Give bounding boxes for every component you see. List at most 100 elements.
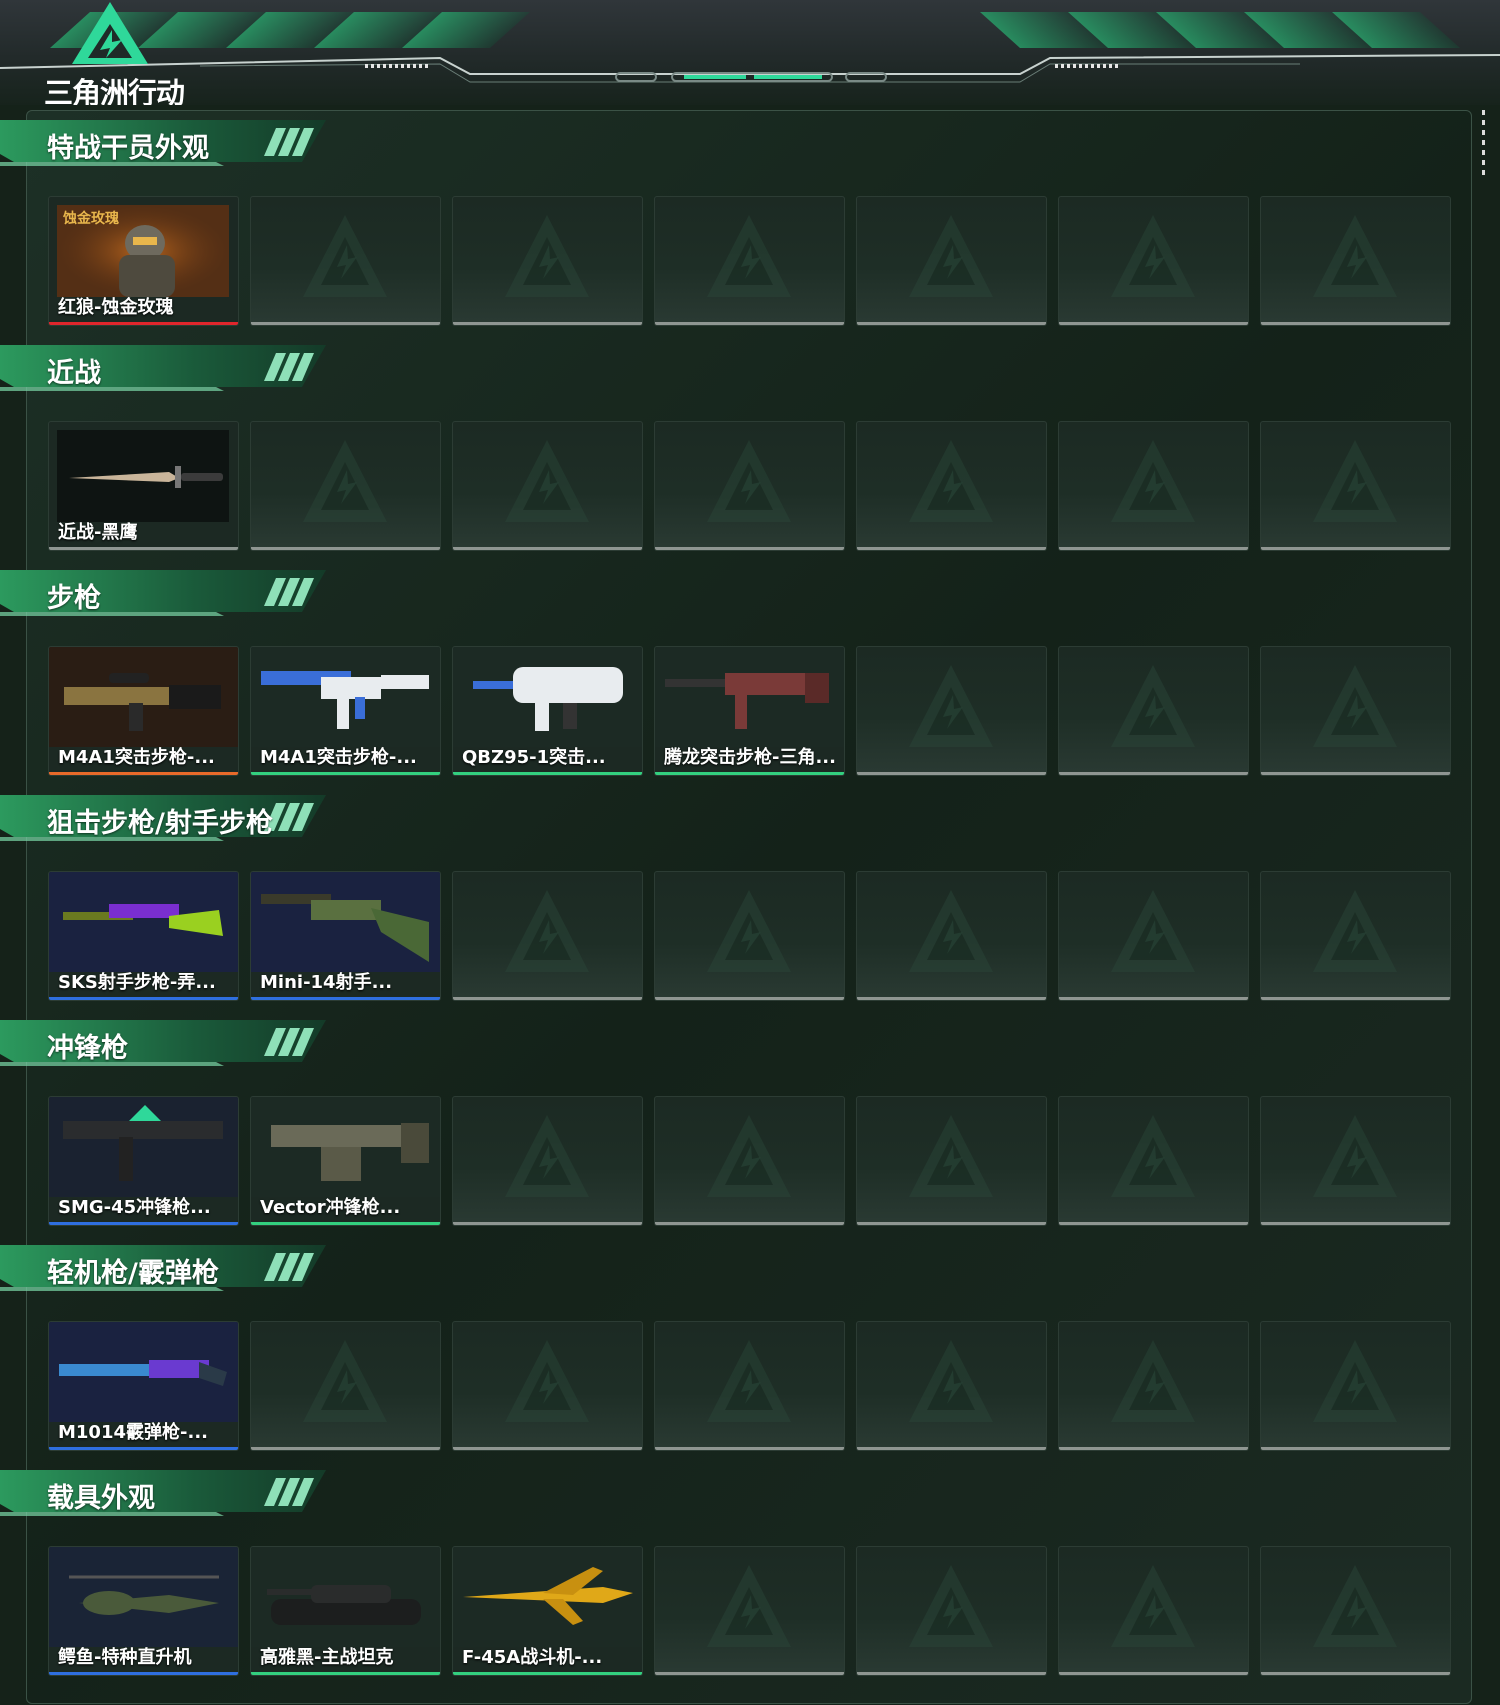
- section-title: 步枪: [47, 583, 101, 614]
- skin-thumbnail: [251, 872, 440, 972]
- skin-thumbnail: [49, 1322, 238, 1422]
- delta-watermark-icon: [1111, 1115, 1195, 1197]
- empty-slot: [856, 871, 1047, 1001]
- delta-watermark-icon: [1313, 215, 1397, 297]
- skin-name: M4A1突击步枪-...: [260, 747, 417, 768]
- skin-card[interactable]: SMG-45冲锋枪...: [48, 1096, 239, 1226]
- empty-slot: [1058, 421, 1249, 551]
- rarity-bar: [251, 997, 440, 1000]
- section-title: 特战干员外观: [47, 133, 209, 164]
- banner-frame-lines: [0, 54, 1500, 83]
- skin-card[interactable]: Vector冲锋枪...: [250, 1096, 441, 1226]
- skin-card[interactable]: M1014霰弹枪-...: [48, 1321, 239, 1451]
- skin-card[interactable]: 腾龙突击步枪-三角...: [654, 646, 845, 776]
- delta-watermark-icon: [303, 1340, 387, 1422]
- rarity-bar: [453, 1672, 642, 1675]
- skin-card[interactable]: Mini-14射手...: [250, 871, 441, 1001]
- section-header: 狙击步枪/射手步枪: [0, 793, 330, 845]
- section-header: 冲锋枪: [0, 1018, 330, 1070]
- skin-name: 鳄鱼-特种直升机: [58, 1647, 192, 1668]
- skin-card[interactable]: QBZ95-1突击...: [452, 646, 643, 776]
- rarity-bar: [49, 322, 238, 325]
- delta-watermark-icon: [505, 1340, 589, 1422]
- empty-slot: [856, 1546, 1047, 1676]
- skin-card[interactable]: 鳄鱼-特种直升机: [48, 1546, 239, 1676]
- rarity-bar: [49, 997, 238, 1000]
- section-header: 步枪: [0, 568, 330, 620]
- empty-slot: [1260, 1546, 1451, 1676]
- delta-watermark-icon: [707, 890, 791, 972]
- rarity-bar: [49, 547, 238, 550]
- delta-watermark-icon: [707, 1115, 791, 1197]
- rarity-bar: [453, 772, 642, 775]
- delta-watermark-icon: [1111, 1340, 1195, 1422]
- empty-slot: [654, 871, 845, 1001]
- section-header: 轻机枪/霰弹枪: [0, 1243, 330, 1295]
- empty-slot: [452, 871, 643, 1001]
- skin-thumbnail: [57, 430, 229, 522]
- empty-slot: [1260, 196, 1451, 326]
- top-banner: 三角洲行动: [0, 0, 1500, 105]
- skin-thumbnail: [49, 647, 238, 747]
- delta-watermark-icon: [1313, 890, 1397, 972]
- section-title: 载具外观: [47, 1483, 155, 1514]
- empty-slot: [856, 1096, 1047, 1226]
- skin-thumbnail: [251, 647, 440, 747]
- delta-watermark-icon: [1111, 215, 1195, 297]
- empty-slot: [1058, 196, 1249, 326]
- delta-watermark-icon: [303, 440, 387, 522]
- delta-watermark-icon: [909, 215, 993, 297]
- delta-watermark-icon: [909, 1340, 993, 1422]
- skin-card[interactable]: SKS射手步枪-弄...: [48, 871, 239, 1001]
- skin-thumbnail: [49, 872, 238, 972]
- skin-name: QBZ95-1突击...: [462, 747, 606, 768]
- skin-thumbnail: [655, 647, 844, 747]
- rarity-bar: [251, 1222, 440, 1225]
- empty-slot: [1260, 646, 1451, 776]
- section-title: 狙击步枪/射手步枪: [47, 808, 273, 839]
- empty-slot: [452, 1321, 643, 1451]
- skin-name: SKS射手步枪-弄...: [58, 972, 216, 993]
- skin-card[interactable]: 蚀金玫瑰 红狼-蚀金玫瑰: [48, 196, 239, 326]
- empty-slot: [856, 421, 1047, 551]
- empty-slot: [654, 421, 845, 551]
- skin-thumbnail: [49, 1547, 238, 1647]
- skin-thumbnail: [251, 1097, 440, 1197]
- empty-slot: [1058, 1321, 1249, 1451]
- empty-slot: [654, 1546, 845, 1676]
- delta-watermark-icon: [707, 1340, 791, 1422]
- skin-thumbnail: [453, 647, 642, 747]
- delta-watermark-icon: [303, 215, 387, 297]
- delta-watermark-icon: [1313, 1565, 1397, 1647]
- delta-watermark-icon: [1313, 665, 1397, 747]
- empty-slot: [1058, 1096, 1249, 1226]
- delta-watermark-icon: [909, 665, 993, 747]
- delta-watermark-icon: [707, 1565, 791, 1647]
- delta-watermark-icon: [909, 1565, 993, 1647]
- empty-slot: [856, 1321, 1047, 1451]
- skin-card[interactable]: M4A1突击步枪-...: [250, 646, 441, 776]
- empty-slot: [1058, 1546, 1249, 1676]
- skin-card[interactable]: 近战-黑鹰: [48, 421, 239, 551]
- skin-thumbnail: [251, 1547, 440, 1647]
- logo-text: 三角洲行动: [44, 76, 185, 105]
- scrollbar[interactable]: [1482, 110, 1485, 178]
- delta-watermark-icon: [1111, 665, 1195, 747]
- skin-card[interactable]: 高雅黑-主战坦克: [250, 1546, 441, 1676]
- skin-name: SMG-45冲锋枪...: [58, 1197, 211, 1218]
- rarity-bar: [251, 1672, 440, 1675]
- skin-card[interactable]: F-45A战斗机-...: [452, 1546, 643, 1676]
- skin-name: 腾龙突击步枪-三角...: [664, 747, 836, 768]
- delta-watermark-icon: [909, 440, 993, 522]
- skin-card[interactable]: M4A1突击步枪-...: [48, 646, 239, 776]
- delta-watermark-icon: [1111, 1565, 1195, 1647]
- skin-name: M1014霰弹枪-...: [58, 1422, 208, 1443]
- skin-thumbnail: 蚀金玫瑰: [57, 205, 229, 297]
- delta-watermark-icon: [505, 215, 589, 297]
- section-title: 近战: [47, 358, 101, 389]
- empty-slot: [654, 1096, 845, 1226]
- rarity-bar: [49, 1672, 238, 1675]
- skin-name: Vector冲锋枪...: [260, 1197, 401, 1218]
- rarity-bar: [49, 1447, 238, 1450]
- empty-slot: [1260, 421, 1451, 551]
